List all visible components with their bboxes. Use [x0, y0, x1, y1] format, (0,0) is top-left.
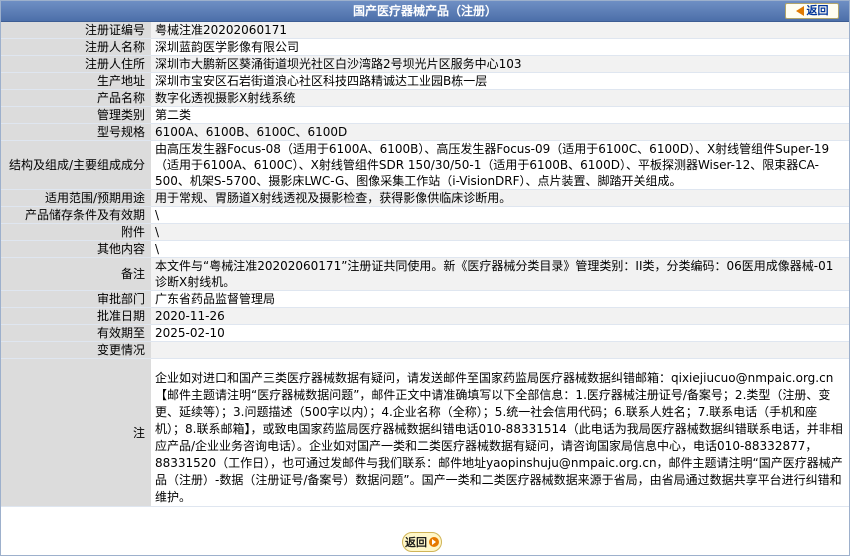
registration-info-table: 注册证编号 粤械注准20202060171 注册人名称 深圳蓝韵医学影像有限公司 注册人…	[1, 22, 849, 507]
row-approval-date: 批准日期 2020-11-26	[1, 307, 849, 325]
row-registrant-name: 注册人名称 深圳蓝韵医学影像有限公司	[1, 38, 849, 56]
registrant-address-value: 深圳市大鹏新区葵涌街道坝光社区白沙湾路2号坝光片区服务中心103	[151, 55, 849, 73]
row-accessories: 附件 \	[1, 223, 849, 241]
product-name-value: 数字化透视摄影X射线系统	[151, 89, 849, 107]
production-address-value: 深圳市宝安区石岩街道浪心社区科技四路精诚达工业园B栋一层	[151, 72, 849, 90]
title-bar: 国产医疗器械产品（注册） 返回	[1, 1, 849, 22]
row-product-name: 产品名称 数字化透视摄影X射线系统	[1, 89, 849, 107]
row-model-spec: 型号规格 6100A、6100B、6100C、6100D	[1, 123, 849, 141]
registrant-name-value: 深圳蓝韵医学影像有限公司	[151, 38, 849, 56]
model-spec-value: 6100A、6100B、6100C、6100D	[151, 123, 849, 141]
row-structure-composition: 结构及组成/主要组成成分 由高压发生器Focus-08（适用于6100A、6100…	[1, 140, 849, 190]
row-intended-use: 适用范围/预期用途 用于常规、胃肠道X射线透视及摄影检查，获得影像供临床诊断用。	[1, 189, 849, 207]
row-management-class: 管理类别 第二类	[1, 106, 849, 124]
back-button-label: 返回	[405, 536, 427, 549]
storage-conditions-value: \	[151, 206, 849, 224]
registrant-name-label: 注册人名称	[1, 38, 151, 56]
production-address-label: 生产地址	[1, 72, 151, 90]
detail-panel: 国产医疗器械产品（注册） 返回 注册证编号 粤械注准20202060171 注册人名…	[0, 0, 850, 556]
notes-value: 企业如对进口和国产三类医疗器械数据有疑问，请发送邮件至国家药监局医疗器械数据纠错…	[151, 358, 849, 507]
structure-composition-value: 由高压发生器Focus-08（适用于6100A、6100B）、高压发生器Focu…	[151, 140, 849, 190]
accessories-label: 附件	[1, 223, 151, 241]
back-button-bottom[interactable]: 返回	[402, 532, 442, 552]
other-content-label: 其他内容	[1, 240, 151, 258]
product-name-label: 产品名称	[1, 89, 151, 107]
row-notes: 注企业如对进口和国产三类医疗器械数据有疑问，请发送邮件至国家药监局医疗器械数据纠…	[1, 358, 849, 507]
change-history-label: 变更情况	[1, 341, 151, 359]
accessories-value: \	[151, 223, 849, 241]
back-button-label: 返回	[806, 4, 829, 17]
valid-until-label: 有效期至	[1, 324, 151, 342]
approval-date-value: 2020-11-26	[151, 307, 849, 325]
back-button-top[interactable]: 返回	[785, 3, 839, 19]
intended-use-value: 用于常规、胃肠道X射线透视及摄影检查，获得影像供临床诊断用。	[151, 189, 849, 207]
change-history-value	[151, 341, 849, 359]
row-production-address: 生产地址 深圳市宝安区石岩街道浪心社区科技四路精诚达工业园B栋一层	[1, 72, 849, 90]
page-title: 国产医疗器械产品（注册）	[352, 4, 497, 18]
approval-department-value: 广东省药品监督管理局	[151, 290, 849, 308]
storage-conditions-label: 产品储存条件及有效期	[1, 206, 151, 224]
structure-composition-label: 结构及组成/主要组成成分	[1, 140, 151, 190]
remarks-value: 本文件与“粤械注准20202060171”注册证共同使用。新《医疗器械分类目录》…	[151, 257, 849, 291]
row-registrant-address: 注册人住所 深圳市大鹏新区葵涌街道坝光社区白沙湾路2号坝光片区服务中心103	[1, 55, 849, 73]
row-valid-until: 有效期至 2025-02-10	[1, 324, 849, 342]
row-other-content: 其他内容 \	[1, 240, 849, 258]
row-registration-number: 注册证编号 粤械注准20202060171	[1, 22, 849, 39]
row-remarks: 备注 本文件与“粤械注准20202060171”注册证共同使用。新《医疗器械分类目…	[1, 257, 849, 291]
management-class-label: 管理类别	[1, 106, 151, 124]
row-approval-department: 审批部门 广东省药品监督管理局	[1, 290, 849, 308]
model-spec-label: 型号规格	[1, 123, 151, 141]
registration-number-value: 粤械注准20202060171	[151, 22, 849, 39]
registration-number-label: 注册证编号	[1, 22, 151, 39]
intended-use-label: 适用范围/预期用途	[1, 189, 151, 207]
management-class-value: 第二类	[151, 106, 849, 124]
back-arrow-icon	[795, 6, 804, 16]
back-circle-icon	[429, 537, 439, 547]
remarks-label: 备注	[1, 257, 151, 291]
valid-until-value: 2025-02-10	[151, 324, 849, 342]
row-change-history: 变更情况	[1, 341, 849, 359]
registrant-address-label: 注册人住所	[1, 55, 151, 73]
notes-label: 注	[1, 358, 151, 507]
approval-date-label: 批准日期	[1, 307, 151, 325]
other-content-value: \	[151, 240, 849, 258]
approval-department-label: 审批部门	[1, 290, 151, 308]
row-storage-conditions: 产品储存条件及有效期 \	[1, 206, 849, 224]
